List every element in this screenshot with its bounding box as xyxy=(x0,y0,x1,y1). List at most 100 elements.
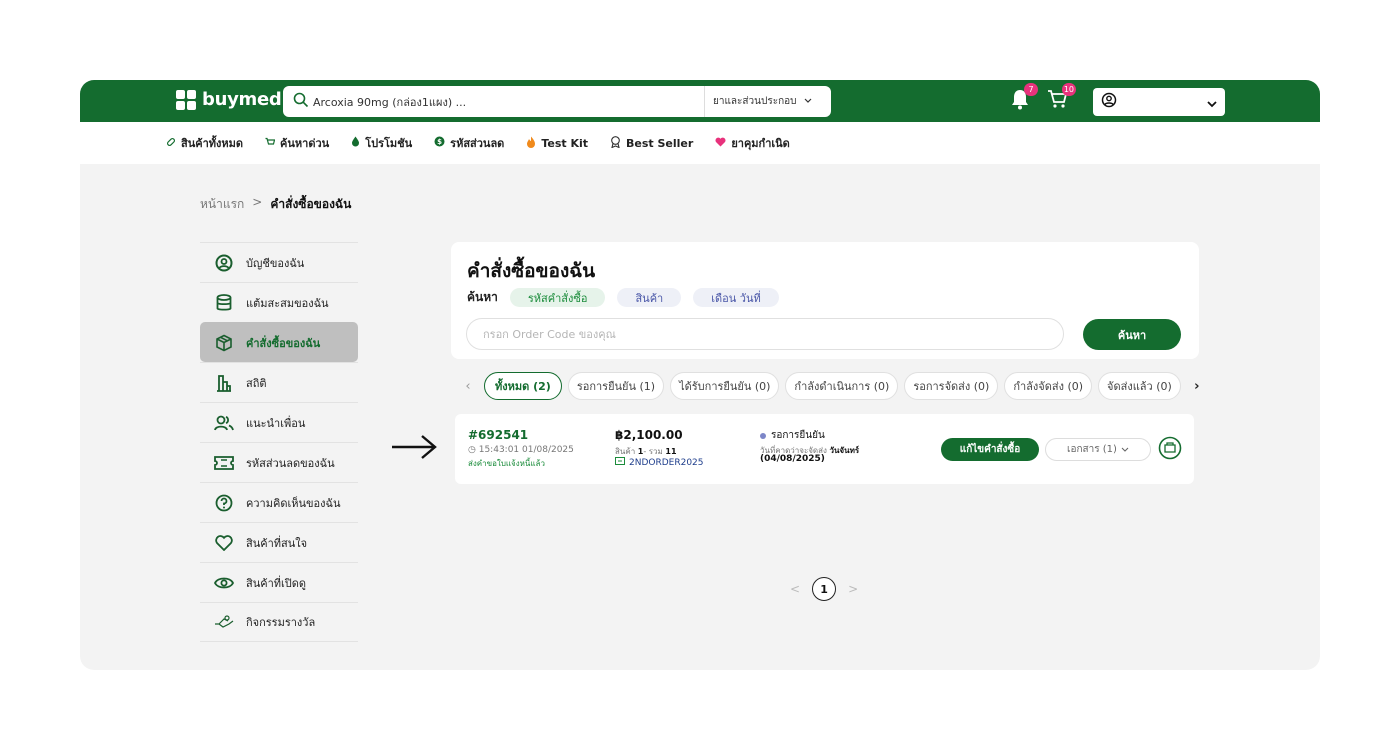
badge-icon xyxy=(610,135,621,151)
tab-delivered[interactable]: จัดส่งแล้ว (0) xyxy=(1098,372,1181,400)
chevron-down-icon xyxy=(1121,444,1129,455)
category-label: ค้นหาด่วน xyxy=(280,137,330,150)
edit-order-button[interactable]: แก้ไขคำสั่งซื้อ xyxy=(941,438,1039,461)
coupon-icon: $ xyxy=(434,136,445,150)
order-time: ◷ 15:43:01 01/08/2025 xyxy=(468,445,574,455)
tab-confirmed[interactable]: ได้รับการยืนยัน (0) xyxy=(670,372,780,400)
tab-processing[interactable]: กำลังดำเนินการ (0) xyxy=(785,372,899,400)
sidebar-item-label: บัญชีของฉัน xyxy=(246,256,305,270)
sidebar-item-label: รหัสส่วนลดของฉัน xyxy=(246,456,335,470)
pagination-next[interactable]: > xyxy=(848,582,858,596)
category-test-kit[interactable]: Test Kit xyxy=(526,136,588,151)
orders-search-card: คำสั่งซื้อของฉัน ค้นหา รหัสคำสั่งซื้อ สิ… xyxy=(451,242,1199,359)
search-label: ค้นหา xyxy=(467,290,498,304)
sidebar-item-orders[interactable]: คำสั่งซื้อของฉัน xyxy=(200,322,358,362)
package-icon xyxy=(214,334,234,352)
search-icon[interactable] xyxy=(283,92,313,112)
sidebar-item-label: คำสั่งซื้อของฉัน xyxy=(246,336,321,350)
account-select[interactable] xyxy=(1093,88,1225,116)
order-status-tabs: ‹ ทั้งหมด (2) รอการยืนยัน (1) ได้รับการย… xyxy=(458,372,1207,400)
bell-icon xyxy=(1010,90,1030,114)
brand-name: buymed xyxy=(202,89,282,110)
chevron-left-icon[interactable]: ‹ xyxy=(458,379,478,394)
breadcrumb-separator: > xyxy=(252,195,263,209)
category-all[interactable]: สินค้าทั้งหมด xyxy=(166,134,243,152)
search-category-label: ยาและส่วนประกอบ xyxy=(713,96,797,107)
tab-awaiting-shipment[interactable]: รอการจัดส่ง (0) xyxy=(904,372,999,400)
users-icon xyxy=(214,415,234,431)
category-best-seller[interactable]: Best Seller xyxy=(610,135,693,151)
sidebar-item-viewed[interactable]: สินค้าที่เปิดดู xyxy=(200,562,358,602)
reorder-button[interactable] xyxy=(1158,436,1182,464)
expected-day: วันจันทร์ xyxy=(829,446,860,455)
clock-icon: ◷ xyxy=(468,445,476,455)
flame-icon xyxy=(526,136,536,151)
sidebar-item-rewards[interactable]: กิจกรรมรางวัล xyxy=(200,602,358,642)
tab-pending[interactable]: รอการยืนยัน (1) xyxy=(567,372,665,400)
cart-button[interactable]: 10 xyxy=(1046,83,1076,114)
order-time-value: 15:43:01 01/08/2025 xyxy=(478,445,574,455)
tab-all[interactable]: ทั้งหมด (2) xyxy=(484,372,562,400)
sidebar-item-label: แต้มสะสมของฉัน xyxy=(246,296,329,310)
order-status: รอการยืนยัน xyxy=(760,428,825,443)
category-label: ยาคุมกำเนิด xyxy=(731,137,790,150)
tab-shipping[interactable]: กำลังจัดส่ง (0) xyxy=(1004,372,1093,400)
category-label: Test Kit xyxy=(541,136,589,150)
ticket-icon xyxy=(615,457,625,468)
chevron-right-icon[interactable]: › xyxy=(1187,379,1207,394)
sidebar-item-label: สถิติ xyxy=(246,376,267,390)
pagination-prev[interactable]: < xyxy=(790,582,800,596)
filter-order-code[interactable]: รหัสคำสั่งซื้อ xyxy=(509,288,606,307)
sidebar-item-statistics[interactable]: สถิติ xyxy=(200,362,358,402)
ticket-icon xyxy=(214,455,234,470)
category-promotion[interactable]: โปรโมชัน xyxy=(351,134,412,152)
sidebar-item-points[interactable]: แต้มสะสมของฉัน xyxy=(200,282,358,322)
category-contraceptive[interactable]: ยาคุมกำเนิด xyxy=(715,134,790,152)
sidebar-item-reviews[interactable]: ความคิดเห็นของฉัน xyxy=(200,482,358,522)
order-code-input[interactable] xyxy=(466,318,1064,350)
category-label: รหัสส่วนลด xyxy=(450,137,505,150)
cart-badge: 10 xyxy=(1061,83,1076,96)
search-filter-row: ค้นหา รหัสคำสั่งซื้อ สินค้า เดือน วันที่ xyxy=(467,288,779,307)
user-circle-icon xyxy=(214,254,234,272)
heart-icon xyxy=(715,137,726,150)
cart-icon xyxy=(265,137,276,150)
items-label: สินค้า xyxy=(615,447,636,456)
database-icon xyxy=(214,293,234,312)
sidebar-item-label: สินค้าที่สนใจ xyxy=(246,536,308,550)
breadcrumb-home[interactable]: หน้าแรก xyxy=(200,195,244,214)
category-quick-search[interactable]: ค้นหาด่วน xyxy=(265,134,329,152)
pagination-page[interactable]: 1 xyxy=(812,577,837,601)
notification-button[interactable]: 7 xyxy=(1010,83,1038,114)
search-category-select[interactable]: ยาและส่วนประกอบ xyxy=(704,86,831,117)
order-code[interactable]: #692541 xyxy=(468,428,528,442)
sidebar-item-referral[interactable]: แนะนำเพื่อน xyxy=(200,402,358,442)
invoice-note: ส่งคำขอใบแจ้งหนี้แล้ว xyxy=(468,459,545,468)
drop-icon xyxy=(351,136,360,150)
filter-date[interactable]: เดือน วันที่ xyxy=(693,288,779,307)
documents-dropdown[interactable]: เอกสาร (1) xyxy=(1045,438,1151,461)
total-label: - รวม xyxy=(643,447,663,456)
search-input[interactable] xyxy=(313,95,704,108)
brand-logo[interactable]: buymed xyxy=(176,89,282,110)
pagination: < 1 > xyxy=(790,577,858,601)
sidebar-item-coupons[interactable]: รหัสส่วนลดของฉัน xyxy=(200,442,358,482)
gift-icon xyxy=(214,615,234,629)
notification-badge: 7 xyxy=(1024,83,1038,96)
order-card[interactable]: #692541 ◷ 15:43:01 01/08/2025 ส่งคำขอใบแ… xyxy=(455,414,1194,484)
app-frame: buymed ยาและส่วนประกอบ 7 10 xyxy=(80,80,1320,670)
logo-icon xyxy=(176,89,196,110)
sidebar-item-account[interactable]: บัญชีของฉัน xyxy=(200,242,358,282)
sidebar-item-wishlist[interactable]: สินค้าที่สนใจ xyxy=(200,522,358,562)
sidebar-item-label: ความคิดเห็นของฉัน xyxy=(246,496,341,510)
status-dot xyxy=(760,432,766,439)
documents-label: เอกสาร (1) xyxy=(1067,444,1117,455)
category-coupon[interactable]: $ รหัสส่วนลด xyxy=(434,134,504,152)
search-button[interactable]: ค้นหา xyxy=(1083,319,1181,350)
top-header: buymed ยาและส่วนประกอบ 7 10 xyxy=(80,80,1320,122)
category-label: โปรโมชัน xyxy=(365,137,413,150)
order-amount: ฿2,100.00 xyxy=(615,428,683,442)
filter-product[interactable]: สินค้า xyxy=(617,288,682,307)
search-bar: ยาและส่วนประกอบ xyxy=(283,86,831,117)
expected-date: (04/08/2025) xyxy=(760,454,825,464)
